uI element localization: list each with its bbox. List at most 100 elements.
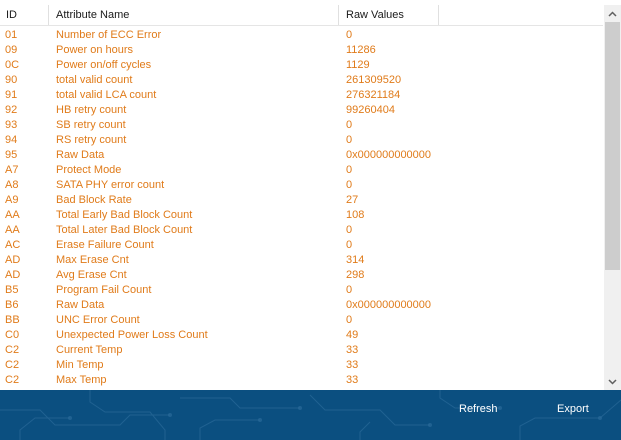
table-row[interactable]: AD Max Erase Cnt 314 — [0, 253, 603, 268]
row-raw-value-cell: 0x000000000000 — [346, 299, 432, 311]
row-raw-value-cell: 0 — [346, 239, 353, 251]
row-id-cell: AA — [5, 224, 20, 236]
row-attribute-name-cell: Power on hours — [56, 44, 134, 56]
row-raw-value-cell: 0 — [346, 179, 353, 191]
row-raw-value-cell: 11286 — [346, 44, 376, 56]
row-raw-value-cell: 276321184 — [346, 89, 401, 101]
row-attribute-name-cell: Unexpected Power Loss Count — [56, 329, 208, 341]
table-header: ID Attribute Name Raw Values — [0, 5, 603, 26]
row-raw-value-cell: 33 — [346, 374, 359, 386]
row-id-cell: 09 — [5, 44, 18, 56]
row-attribute-name-cell: Program Fail Count — [56, 284, 152, 296]
row-attribute-name-cell: Raw Data — [56, 299, 105, 311]
chevron-down-icon[interactable] — [604, 373, 621, 390]
row-attribute-name-cell: Avg Erase Cnt — [56, 269, 127, 281]
row-id-cell: AD — [5, 269, 21, 281]
table-row[interactable]: C2 Current Temp 33 — [0, 343, 603, 358]
row-attribute-name-cell: RS retry count — [56, 134, 127, 146]
row-id-cell: A8 — [5, 179, 19, 191]
column-header-attribute-name[interactable]: Attribute Name — [50, 5, 338, 25]
row-attribute-name-cell: total valid count — [56, 74, 133, 86]
circuit-pattern-decoration — [0, 390, 621, 440]
row-id-cell: AD — [5, 254, 21, 266]
table-row[interactable]: AA Total Early Bad Block Count 108 — [0, 208, 603, 223]
row-raw-value-cell: 33 — [346, 344, 359, 356]
row-attribute-name-cell: Total Later Bad Block Count — [56, 224, 193, 236]
row-attribute-name-cell: Current Temp — [56, 344, 123, 356]
column-divider[interactable] — [48, 5, 49, 25]
row-attribute-name-cell: Number of ECC Error — [56, 29, 162, 41]
row-attribute-name-cell: total valid LCA count — [56, 89, 157, 101]
row-attribute-name-cell: Raw Data — [56, 149, 105, 161]
row-raw-value-cell: 0x000000000000 — [346, 149, 432, 161]
row-id-cell: 90 — [5, 74, 18, 86]
table-row[interactable]: 95 Raw Data 0x000000000000 — [0, 148, 603, 163]
row-raw-value-cell: 99260404 — [346, 104, 395, 116]
row-attribute-name-cell: Power on/off cycles — [56, 59, 152, 71]
row-attribute-name-cell: Max Erase Cnt — [56, 254, 129, 266]
row-raw-value-cell: 298 — [346, 269, 365, 281]
row-id-cell: AA — [5, 209, 20, 221]
row-id-cell: C0 — [5, 329, 20, 341]
row-id-cell: 0C — [5, 59, 20, 71]
table-row[interactable]: A7 Protect Mode 0 — [0, 163, 603, 178]
table-row[interactable]: C0 Unexpected Power Loss Count 49 — [0, 328, 603, 343]
row-id-cell: C2 — [5, 359, 20, 371]
row-raw-value-cell: 108 — [346, 209, 365, 221]
table-row[interactable]: 93 SB retry count 0 — [0, 118, 603, 133]
column-header-raw-values[interactable]: Raw Values — [340, 5, 438, 25]
row-raw-value-cell: 0 — [346, 119, 353, 131]
row-id-cell: 01 — [5, 29, 18, 41]
table-row[interactable]: 92 HB retry count 99260404 — [0, 103, 603, 118]
row-raw-value-cell: 49 — [346, 329, 359, 341]
table-row[interactable]: B6 Raw Data 0x000000000000 — [0, 298, 603, 313]
row-id-cell: 95 — [5, 149, 18, 161]
table-row[interactable]: B5 Program Fail Count 0 — [0, 283, 603, 298]
table-row[interactable]: 01 Number of ECC Error 0 — [0, 28, 603, 43]
table-row[interactable]: C2 Min Temp 33 — [0, 358, 603, 373]
row-raw-value-cell: 33 — [346, 359, 359, 371]
row-attribute-name-cell: Protect Mode — [56, 164, 122, 176]
export-button[interactable]: Export — [557, 400, 589, 418]
row-attribute-name-cell: Bad Block Rate — [56, 194, 132, 206]
row-id-cell: BB — [5, 314, 20, 326]
row-raw-value-cell: 314 — [346, 254, 365, 266]
table-row[interactable]: 90 total valid count 261309520 — [0, 73, 603, 88]
column-divider[interactable] — [438, 5, 439, 25]
row-id-cell: 94 — [5, 134, 18, 146]
row-raw-value-cell: 0 — [346, 314, 353, 326]
row-id-cell: 92 — [5, 104, 18, 116]
table-row[interactable]: BB UNC Error Count 0 — [0, 313, 603, 328]
row-id-cell: 93 — [5, 119, 18, 131]
row-raw-value-cell: 0 — [346, 134, 353, 146]
vertical-scrollbar[interactable] — [604, 5, 621, 390]
table-row[interactable]: AC Erase Failure Count 0 — [0, 238, 603, 253]
column-divider[interactable] — [338, 5, 339, 25]
table-row[interactable]: 91 total valid LCA count 276321184 — [0, 88, 603, 103]
table-row[interactable]: AA Total Later Bad Block Count 0 — [0, 223, 603, 238]
table-row[interactable]: AD Avg Erase Cnt 298 — [0, 268, 603, 283]
row-raw-value-cell: 261309520 — [346, 74, 402, 86]
row-id-cell: B6 — [5, 299, 19, 311]
row-attribute-name-cell: Min Temp — [56, 359, 104, 371]
row-raw-value-cell: 0 — [346, 224, 353, 236]
table-row[interactable]: C2 Max Temp 33 — [0, 373, 603, 388]
table-row[interactable]: 0C Power on/off cycles 1129 — [0, 58, 603, 73]
smart-attributes-list[interactable]: ID Attribute Name Raw Values 01 Number of… — [0, 0, 621, 390]
chevron-up-icon[interactable] — [604, 5, 621, 22]
table-row[interactable]: A9 Bad Block Rate 27 — [0, 193, 603, 208]
scrollbar-thumb[interactable] — [605, 22, 620, 270]
row-id-cell: AC — [5, 239, 21, 251]
table-row[interactable]: A8 SATA PHY error count 0 — [0, 178, 603, 193]
row-attribute-name-cell: HB retry count — [56, 104, 127, 116]
row-attribute-name-cell: Total Early Bad Block Count — [56, 209, 193, 221]
row-id-cell: A7 — [5, 164, 19, 176]
column-header-id[interactable]: ID — [0, 5, 48, 25]
table-row[interactable]: 09 Power on hours 11286 — [0, 43, 603, 58]
refresh-button[interactable]: Refresh — [459, 400, 498, 418]
footer-bar: Refresh Export — [0, 390, 621, 440]
row-attribute-name-cell: SB retry count — [56, 119, 126, 131]
row-attribute-name-cell: UNC Error Count — [56, 314, 140, 326]
table-row[interactable]: 94 RS retry count 0 — [0, 133, 603, 148]
row-id-cell: B5 — [5, 284, 19, 296]
